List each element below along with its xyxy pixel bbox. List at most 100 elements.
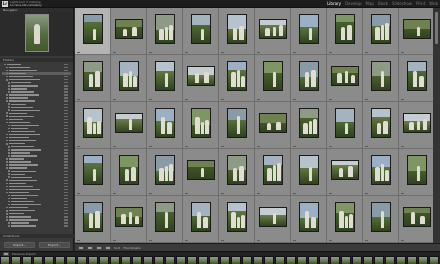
disclosure-triangle-icon[interactable] [6, 164, 8, 166]
filmstrip-thumbnail[interactable] [0, 256, 10, 264]
compare-view-icon[interactable] [96, 245, 102, 250]
disclosure-triangle-icon[interactable] [8, 155, 10, 157]
filmstrip-thumbnail[interactable] [264, 256, 274, 264]
grid-thumbnail-cell[interactable] [75, 196, 111, 243]
disclosure-triangle-icon[interactable] [8, 109, 10, 111]
loupe-view-icon[interactable] [87, 245, 93, 250]
grid-thumbnail-cell[interactable] [291, 149, 327, 196]
disclosure-triangle-icon[interactable] [6, 69, 8, 72]
disclosure-triangle-icon[interactable] [8, 203, 10, 206]
grid-thumbnail-cell[interactable] [363, 149, 399, 196]
module-slideshow[interactable]: Slideshow [392, 1, 412, 7]
disclosure-triangle-icon[interactable] [6, 158, 8, 160]
disclosure-triangle-icon[interactable] [6, 216, 8, 218]
grid-thumbnail-cell[interactable] [363, 55, 399, 102]
filmstrip-thumbnail[interactable] [374, 256, 384, 264]
grid-thumbnail-cell[interactable] [363, 196, 399, 243]
filmstrip-thumbnail[interactable] [418, 256, 428, 264]
grid-thumbnail-cell[interactable] [363, 102, 399, 149]
filmstrip-thumbnail[interactable] [297, 256, 307, 264]
disclosure-triangle-icon[interactable] [8, 197, 10, 200]
grid-thumbnail-cell[interactable] [219, 196, 255, 243]
disclosure-triangle-icon[interactable] [8, 194, 10, 197]
disclosure-triangle-icon[interactable] [6, 206, 8, 209]
filmstrip-thumbnail[interactable] [286, 256, 296, 264]
disclosure-triangle-icon[interactable] [6, 112, 8, 115]
disclosure-triangle-icon[interactable] [6, 182, 8, 185]
module-print[interactable]: Print [416, 1, 425, 7]
grid-thumbnail-cell[interactable] [327, 196, 363, 243]
grid-thumbnail-cell[interactable] [111, 149, 147, 196]
grid-thumbnail-cell[interactable] [75, 8, 111, 55]
filmstrip-thumbnail[interactable] [154, 256, 164, 264]
filmstrip-thumbnail[interactable] [308, 256, 318, 264]
grid-thumbnail-cell[interactable] [327, 55, 363, 102]
disclosure-triangle-icon[interactable] [8, 88, 10, 90]
disclosure-triangle-icon[interactable] [6, 115, 8, 118]
disclosure-triangle-icon[interactable] [8, 103, 10, 105]
grid-thumbnail-cell[interactable] [399, 196, 433, 243]
import-button[interactable]: Import... [4, 242, 35, 248]
disclosure-triangle-icon[interactable] [6, 142, 8, 145]
grid-thumbnail-cell[interactable] [219, 149, 255, 196]
disclosure-triangle-icon[interactable] [6, 97, 8, 99]
disclosure-triangle-icon[interactable] [8, 81, 10, 84]
filmstrip-thumbnail[interactable] [209, 256, 219, 264]
disclosure-triangle-icon[interactable] [8, 91, 10, 93]
filmstrip-thumbnail[interactable] [231, 256, 241, 264]
grid-thumbnail-cell[interactable] [255, 102, 291, 149]
grid-thumbnail-cell[interactable] [147, 102, 183, 149]
disclosure-triangle-icon[interactable] [8, 173, 10, 175]
grid-thumbnail-cell[interactable] [75, 149, 111, 196]
filmstrip-thumbnail[interactable] [176, 256, 186, 264]
disclosure-triangle-icon[interactable] [8, 200, 10, 203]
disclosure-triangle-icon[interactable] [8, 152, 10, 154]
disclosure-triangle-icon[interactable] [6, 185, 8, 188]
disclosure-triangle-icon[interactable] [6, 191, 8, 194]
filmstrip-thumbnail[interactable] [330, 256, 340, 264]
filmstrip-thumbnail[interactable] [429, 256, 439, 264]
module-library[interactable]: Library [327, 1, 341, 7]
disclosure-triangle-icon[interactable] [6, 139, 8, 142]
disclosure-triangle-icon[interactable] [6, 212, 8, 215]
disclosure-triangle-icon[interactable] [8, 225, 10, 227]
grid-thumbnail-cell[interactable] [75, 102, 111, 149]
grid-thumbnail-cell[interactable] [327, 102, 363, 149]
disclosure-triangle-icon[interactable] [8, 222, 10, 224]
grid-thumbnail-cell[interactable] [291, 196, 327, 243]
disclosure-triangle-icon[interactable] [8, 170, 10, 172]
grid-thumbnail-cell[interactable] [255, 8, 291, 55]
folder-row[interactable] [2, 224, 71, 227]
grid-thumbnail-cell[interactable] [111, 102, 147, 149]
filmstrip-thumbnail[interactable] [99, 256, 109, 264]
disclosure-triangle-icon[interactable] [6, 94, 8, 96]
grid-thumbnail-cell[interactable] [147, 149, 183, 196]
module-map[interactable]: Map [366, 1, 374, 7]
filmstrip-thumbnail[interactable] [143, 256, 153, 264]
grid-thumbnail-cell[interactable] [399, 102, 433, 149]
disclosure-triangle-icon[interactable] [8, 145, 10, 148]
disclosure-triangle-icon[interactable] [8, 127, 10, 130]
collections-header[interactable]: Collections [0, 234, 74, 238]
disclosure-triangle-icon[interactable] [8, 149, 10, 151]
grid-thumbnail-cell[interactable] [111, 55, 147, 102]
filmstrip-thumbnail[interactable] [187, 256, 197, 264]
grid-thumbnail-cell[interactable] [363, 8, 399, 55]
filmstrip-thumbnail[interactable] [363, 256, 373, 264]
disclosure-triangle-icon[interactable] [8, 85, 10, 87]
grid-thumbnail-cell[interactable] [327, 8, 363, 55]
disclosure-triangle-icon[interactable] [6, 133, 8, 136]
sort-label[interactable]: Sort [114, 246, 120, 250]
disclosure-triangle-icon[interactable] [8, 176, 10, 179]
filmstrip-thumbnail[interactable] [88, 256, 98, 264]
filmstrip-thumbnail[interactable] [341, 256, 351, 264]
grid-thumbnail-cell[interactable] [183, 102, 219, 149]
filmstrip-thumbnail[interactable] [385, 256, 395, 264]
grid-thumbnail-cell[interactable] [399, 8, 433, 55]
grid-thumbnail-cell[interactable] [147, 55, 183, 102]
disclosure-triangle-icon[interactable] [6, 188, 8, 191]
filmstrip-thumbnail[interactable] [55, 256, 65, 264]
disclosure-triangle-icon[interactable] [6, 118, 8, 121]
disclosure-triangle-icon[interactable] [6, 100, 8, 102]
grid-thumbnail-cell[interactable] [255, 149, 291, 196]
